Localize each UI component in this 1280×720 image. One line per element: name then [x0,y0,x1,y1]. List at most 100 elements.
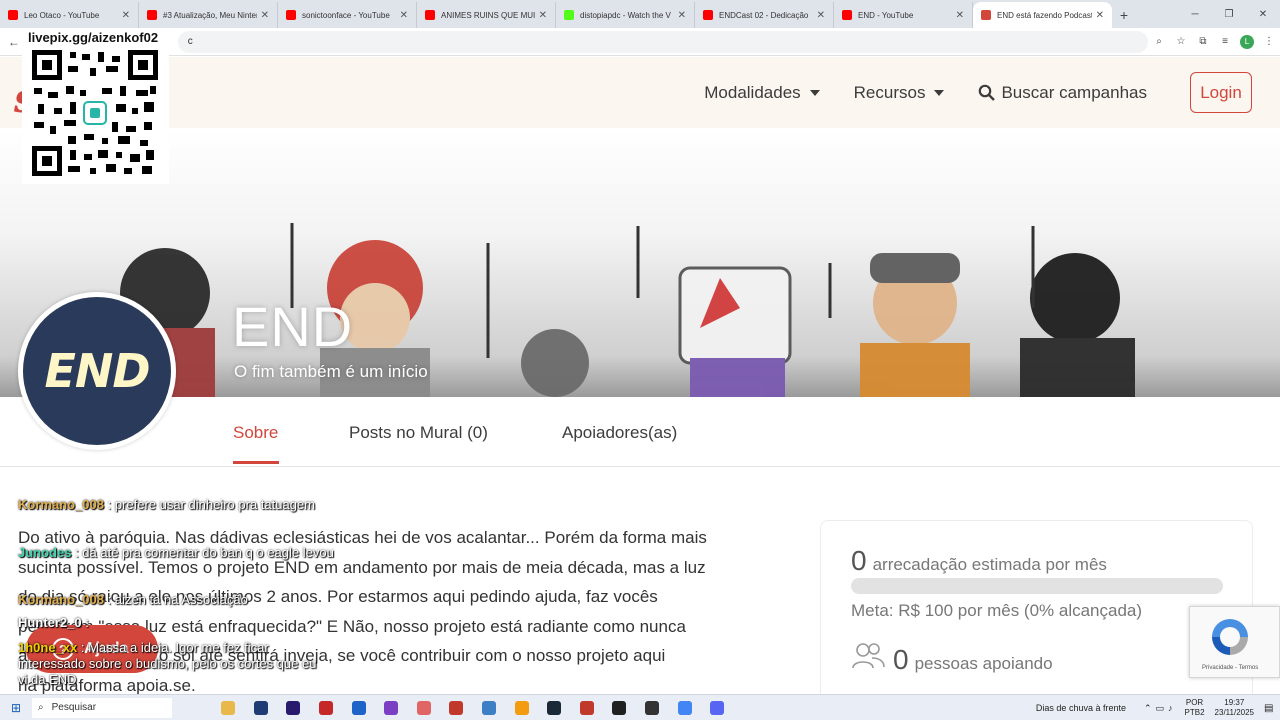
recaptcha-links[interactable]: Privacidade - Termos [1202,665,1258,671]
youtube-icon [425,10,435,20]
profile-avatar[interactable]: L [1240,34,1254,49]
taskbar-app-icon[interactable] [538,698,571,718]
app-icon [514,700,529,715]
monthly-value: 0 [851,545,867,576]
clock-date: 23/11/2025 [1214,708,1254,717]
chat-text: : aizen ta na Associação [103,592,248,607]
nav-modalidades[interactable]: Modalidades [704,82,820,103]
menu-icon[interactable]: ⋮ [1258,36,1280,47]
chat-message: Junodes : dá até pra comentar do ban q o… [18,545,334,560]
taskbar-app-icon[interactable] [212,698,245,718]
caret-down-icon [934,89,945,96]
windows-start-icon[interactable]: ⊞ [0,701,32,715]
star-icon[interactable]: ☆ [1170,36,1192,47]
browser-tab[interactable]: sonictoonface - YouTube ✕ [278,2,417,28]
app-icon [286,700,301,715]
goal-progress-bar [851,578,1223,594]
campaign-banner: END O fim também é um início [0,128,1280,397]
taskbar-app-icon[interactable] [701,698,734,718]
taskbar-app-icon[interactable] [277,698,310,718]
avatar-logo: END [23,297,171,445]
taskbar-app-icon[interactable] [473,698,506,718]
tab-posts[interactable]: Posts no Mural (0) [349,423,488,443]
close-icon[interactable]: ✕ [400,10,408,21]
youtube-icon [286,10,296,20]
close-icon[interactable]: ✕ [817,10,825,21]
search-icon [979,84,996,101]
youtube-icon [703,10,713,20]
chat-username: Kormano_008 [18,497,104,512]
recaptcha-icon [1212,619,1248,655]
zoom-icon[interactable]: ⌕ [1148,36,1170,47]
notification-icon[interactable]: ▤ [1264,703,1280,714]
taskbar-app-icon[interactable] [310,698,343,718]
nav-modalidades-label: Modalidades [704,82,801,102]
taskbar-search[interactable]: ⌕ Pesquisar [32,697,172,718]
address-bar[interactable]: c [177,30,1148,53]
apoiase-icon [981,10,991,20]
taskbar-app-icon[interactable] [668,698,701,718]
app-icon [645,700,660,715]
browser-tab[interactable]: ENDCast 02 - Dedicação ✕ [695,2,834,28]
taskbar-app-icon[interactable] [342,698,375,718]
app-icon [253,700,268,715]
chat-username: Kormano_008 [18,592,104,607]
browser-tab[interactable]: distopiapdc - Watch the V ✕ [556,2,695,28]
chat-text: : dá até pra comentar do ban q o eagle l… [71,545,334,560]
app-icon [221,700,236,715]
qr-code [32,50,158,176]
extensions-icon[interactable]: ⧉ [1192,36,1214,47]
chat-message: Hunter2_0 : [18,615,89,630]
browser-tab-active[interactable]: END está fazendo Podcast ✕ [973,2,1112,28]
nav-recursos[interactable]: Recursos [854,83,945,103]
taskbar-app-icon[interactable] [636,698,669,718]
new-tab-button[interactable]: + [1112,2,1136,28]
taskbar-app-icon[interactable] [408,698,441,718]
weather-widget[interactable]: Dias de chuva à frente [1036,703,1126,713]
media-icon[interactable]: ≡ [1214,36,1236,47]
close-icon[interactable]: ✕ [1096,10,1104,21]
minimize-icon[interactable]: ─ [1178,0,1212,28]
campaign-avatar: END [18,292,176,450]
browser-tab[interactable]: #3 Atualização, Meu Nintend ✕ [139,2,278,28]
close-icon[interactable]: ✕ [678,10,686,21]
kick-icon [564,10,574,20]
close-icon[interactable]: ✕ [539,10,547,21]
chat-message: Kormano_008 : aizen ta na Associação [18,592,248,607]
banner-illustration [120,223,1135,397]
recaptcha-badge[interactable]: Privacidade - Termos [1189,606,1280,678]
taskbar-app-icon[interactable] [440,698,473,718]
close-icon[interactable]: ✕ [122,10,130,21]
tab-label: ENDCast 02 - Dedicação [719,10,809,20]
campaign-subtitle: O fim também é um início [234,362,428,381]
browser-tab[interactable]: Leo Otaco - YouTube ✕ [0,2,139,28]
chat-text: : prefere usar dinheiro pra tatuagem [103,497,315,512]
tray-icons[interactable]: ⌃▭♪ [1144,703,1177,714]
qr-title: livepix.gg/aizenkof02 [28,30,159,45]
app-icon [482,700,497,715]
app-icon [351,700,366,715]
close-icon[interactable]: ✕ [261,10,269,21]
app-icon [612,700,627,715]
monthly-estimate: 0 arrecadação estimada por mês [851,545,1107,577]
close-window-icon[interactable]: ✕ [1246,0,1280,28]
app-icon [319,700,334,715]
language-indicator[interactable]: POR PTB2 [1185,698,1205,718]
campaign-title: END [232,295,354,358]
youtube-icon [8,10,18,20]
tab-apoiadores[interactable]: Apoiadores(as) [562,423,677,443]
nav-search[interactable]: Buscar campanhas [978,83,1147,103]
close-icon[interactable]: ✕ [956,10,964,21]
browser-tab[interactable]: ANIMES RUINS QUE MUIT ✕ [417,2,556,28]
taskbar-app-icon[interactable] [571,698,604,718]
taskbar-app-icon[interactable] [603,698,636,718]
taskbar-app-icon[interactable] [505,698,538,718]
app-icon [579,700,594,715]
restore-icon[interactable]: ❐ [1212,0,1246,28]
taskbar-app-icon[interactable] [245,698,278,718]
taskbar-app-icon[interactable] [375,698,408,718]
clock[interactable]: 19:37 23/11/2025 [1215,698,1254,718]
login-button[interactable]: Login [1190,72,1252,113]
browser-tab[interactable]: END - YouTube ✕ [834,2,973,28]
tab-sobre[interactable]: Sobre [233,423,278,443]
